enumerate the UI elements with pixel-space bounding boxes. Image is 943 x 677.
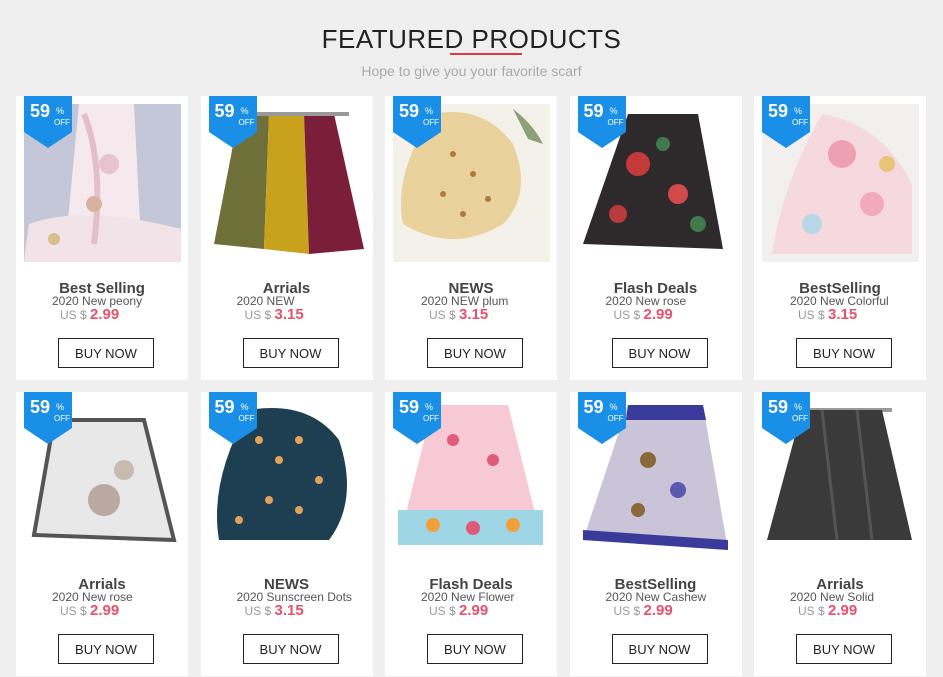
product-price: US $ 2.99 (613, 602, 673, 619)
discount-badge: 59 % OFF (24, 96, 72, 148)
product-price: US $ 3.15 (244, 306, 304, 323)
product-price: US $ 2.99 (60, 602, 120, 619)
discount-badge: 59 % OFF (393, 96, 441, 148)
buy-now-button[interactable]: BUY NOW (796, 634, 892, 664)
discount-badge: 59 % OFF (762, 96, 810, 148)
product-card[interactable]: 59 % OFF Arrials 2020 NEW US $ 3.15 BUY … (200, 96, 373, 380)
buy-now-button[interactable]: BUY NOW (611, 338, 708, 368)
product-price: US $ 3.15 (429, 306, 489, 323)
product-price: US $ 2.99 (429, 602, 489, 619)
buy-now-button[interactable]: BUY NOW (611, 634, 708, 664)
product-card[interactable]: 59 % OFF Flash Deals 2020 New Flower US … (385, 392, 557, 676)
discount-badge: 59 % OFF (762, 392, 810, 444)
discount-badge: 59 % OFF (24, 392, 72, 444)
product-card[interactable]: 59 % OFF Best Selling 2020 New peony US … (16, 96, 188, 380)
discount-badge: 59 % OFF (208, 96, 257, 148)
product-grid: 59 % OFF Best Selling 2020 New peony US … (16, 96, 926, 676)
product-card[interactable]: 59 % OFF Flash Deals 2020 New rose US $ … (569, 96, 742, 380)
buy-now-button[interactable]: BUY NOW (58, 634, 154, 664)
product-price: US $ 2.99 (613, 306, 673, 323)
product-price: US $ 3.15 (244, 602, 304, 619)
buy-now-button[interactable]: BUY NOW (796, 338, 892, 368)
buy-now-button[interactable]: BUY NOW (242, 634, 339, 664)
section-header: FEATURED PRODUCTS Hope to give you your … (0, 0, 943, 92)
buy-now-button[interactable]: BUY NOW (58, 338, 154, 368)
product-card[interactable]: 59 % OFF Arrials 2020 New Solid US $ 2.9… (754, 392, 926, 676)
page-subtitle: Hope to give you your favorite scarf (361, 63, 582, 79)
buy-now-button[interactable]: BUY NOW (427, 338, 523, 368)
product-card[interactable]: 59 % OFF BestSelling 2020 New Colorful U… (754, 96, 926, 380)
product-card[interactable]: 59 % OFF BestSelling 2020 New Cashew US … (569, 392, 742, 676)
discount-badge: 59 % OFF (393, 392, 441, 444)
page-title: FEATURED PRODUCTS (321, 24, 622, 54)
product-price: US $ 2.99 (798, 602, 858, 619)
discount-badge: 59 % OFF (208, 392, 257, 444)
product-card[interactable]: 59 % OFF NEWS 2020 Sunscreen Dots US $ 3… (200, 392, 373, 676)
buy-now-button[interactable]: BUY NOW (427, 634, 523, 664)
product-price: US $ 2.99 (60, 306, 120, 323)
title-underline (450, 53, 522, 55)
discount-badge: 59 % OFF (577, 392, 626, 444)
buy-now-button[interactable]: BUY NOW (242, 338, 339, 368)
product-card[interactable]: 59 % OFF Arrials 2020 New rose US $ 2.99… (16, 392, 188, 676)
product-card[interactable]: 59 % OFF NEWS 2020 NEW plum US $ 3.15 BU… (385, 96, 557, 380)
discount-badge: 59 % OFF (577, 96, 626, 148)
product-price: US $ 3.15 (798, 306, 858, 323)
